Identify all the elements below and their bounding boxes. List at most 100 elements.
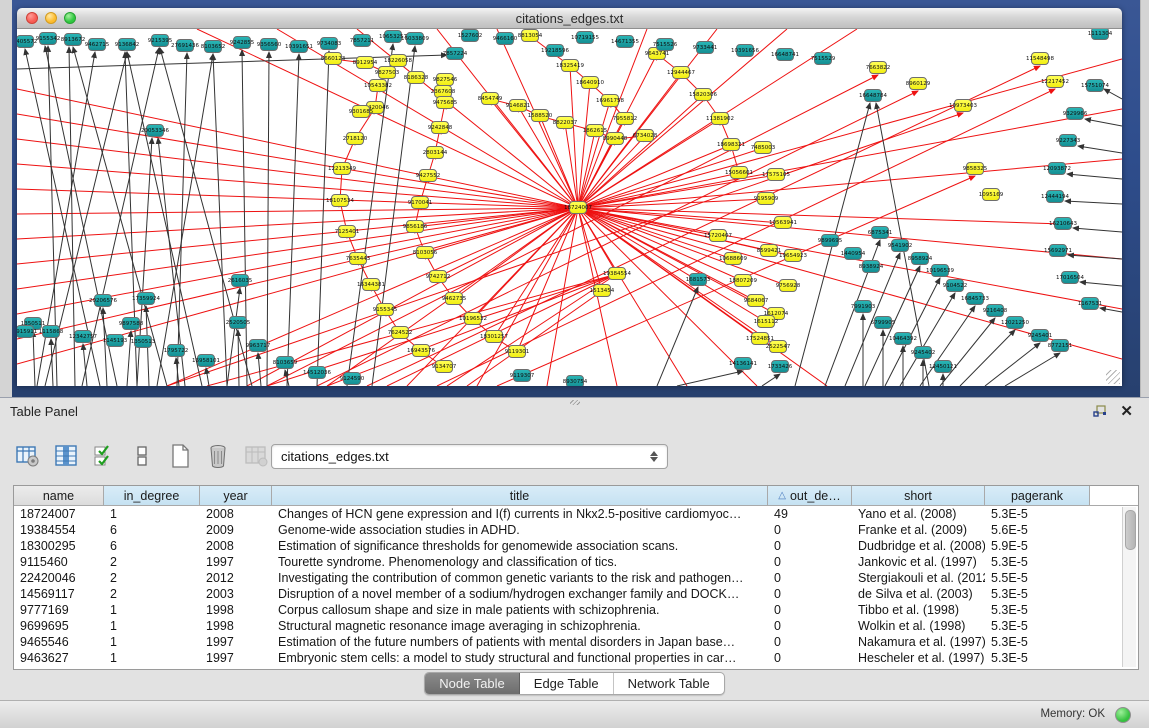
window-resize-grip[interactable] [1106, 370, 1120, 384]
graph-node[interactable]: 9897588 [122, 317, 140, 330]
graph-node[interactable]: 10391651 [290, 40, 308, 53]
close-panel-icon[interactable]: ✕ [1120, 402, 1133, 420]
graph-node[interactable]: 11381902 [711, 112, 729, 125]
table-options-icon[interactable] [14, 442, 42, 470]
table-cell[interactable]: 6 [104, 538, 200, 554]
graph-node[interactable]: 9742712 [429, 270, 447, 283]
graph-node[interactable]: 9134707 [435, 360, 453, 373]
graph-node[interactable]: 8660123 [324, 52, 342, 65]
merge-tables-icon[interactable] [128, 442, 156, 470]
graph-node[interactable]: 12213349 [333, 162, 351, 175]
graph-node[interactable]: 14136141 [734, 357, 752, 370]
graph-node[interactable]: 9734083 [320, 37, 338, 50]
graph-node[interactable]: 18807209 [734, 274, 752, 287]
table-cell[interactable]: 1998 [200, 602, 272, 618]
graph-node[interactable]: 15820306 [694, 88, 712, 101]
graph-node[interactable]: 8599421 [760, 244, 778, 257]
graph-node[interactable]: 8913672 [64, 33, 82, 46]
graph-node[interactable]: 8960129 [909, 77, 927, 90]
table-cell[interactable]: de Silva et al. (2003) [852, 586, 985, 602]
table-cell[interactable]: 0 [768, 522, 852, 538]
column-header-out_de[interactable]: △out_de… [768, 486, 852, 506]
table-cell[interactable]: 19384554 [14, 522, 104, 538]
graph-node[interactable]: 1440954 [844, 247, 862, 260]
graph-node[interactable]: 7663822 [869, 61, 887, 74]
graph-node[interactable]: 8990448 [606, 132, 624, 145]
network-canvas[interactable]: 8660123891295418226058982750310543382818… [17, 29, 1122, 386]
table-row[interactable]: 969969511998Structural magnetic resonanc… [14, 618, 1138, 634]
column-header-title[interactable]: title [272, 486, 768, 506]
tab-node-table[interactable]: Node Table [425, 673, 520, 694]
graph-node[interactable]: 15692971 [1049, 244, 1067, 257]
network-window[interactable]: citations_edges.txt 86601238912954182260… [17, 8, 1122, 385]
graph-node[interactable]: 7955812 [616, 112, 634, 125]
graph-node[interactable]: 18640910 [581, 76, 599, 89]
table-row[interactable]: 1872400712008Changes of HCN gene express… [14, 506, 1138, 522]
graph-node[interactable]: 8958924 [911, 252, 929, 265]
graph-node[interactable]: 9245401 [1031, 329, 1049, 342]
graph-node[interactable]: 7857211 [353, 34, 371, 47]
graph-node[interactable]: 9466160 [496, 32, 514, 45]
graph-node[interactable]: 9242855 [233, 36, 251, 49]
graph-node[interactable]: 8912954 [356, 56, 374, 69]
graph-node[interactable]: 12444194 [1046, 190, 1064, 203]
table-row[interactable]: 2242004622012Investigating the contribut… [14, 570, 1138, 586]
delete-table-icon[interactable] [204, 442, 232, 470]
graph-node[interactable]: 16210643 [1054, 217, 1072, 230]
close-window-button[interactable] [26, 12, 38, 24]
graph-node[interactable]: 19218596 [546, 44, 564, 57]
graph-node[interactable]: 18325419 [561, 59, 579, 72]
table-row[interactable]: 946554611997Estimation of the future num… [14, 634, 1138, 650]
graph-node[interactable]: 10196539 [931, 264, 949, 277]
table-cell[interactable]: 9465546 [14, 634, 104, 650]
graph-node[interactable]: 9462735 [445, 292, 463, 305]
graph-node[interactable]: 9242848 [431, 121, 449, 134]
graph-node[interactable]: 9104522 [946, 279, 964, 292]
tab-network-table[interactable]: Network Table [614, 673, 724, 694]
graph-node[interactable]: 1350513 [134, 335, 152, 348]
graph-node[interactable]: 9119307 [513, 369, 531, 382]
graph-node[interactable]: 9963717 [249, 339, 267, 352]
table-scrollbar-thumb[interactable] [1125, 510, 1136, 550]
graph-node[interactable]: 10653257 [384, 30, 402, 43]
graph-node[interactable]: 8186328 [407, 71, 425, 84]
table-cell[interactable]: 5.6E-5 [985, 522, 1090, 538]
network-window-titlebar[interactable]: citations_edges.txt [17, 8, 1122, 29]
graph-node[interactable]: 6734028 [636, 129, 654, 142]
graph-node[interactable]: 16961758 [601, 94, 619, 107]
graph-node[interactable]: 8772151 [1051, 339, 1069, 352]
table-cell[interactable]: Estimation of the future numbers of pati… [272, 634, 768, 650]
graph-node[interactable]: 1733426 [771, 360, 789, 373]
graph-node[interactable]: 1115868 [42, 325, 60, 338]
table-cell[interactable]: 5.3E-5 [985, 634, 1090, 650]
table-cell[interactable]: 2 [104, 570, 200, 586]
table-cell[interactable]: 1 [104, 634, 200, 650]
float-panel-icon[interactable] [1093, 405, 1107, 418]
table-cell[interactable]: 2012 [200, 570, 272, 586]
graph-node[interactable]: 9170041 [411, 196, 429, 209]
graph-node[interactable]: 9427552 [419, 169, 437, 182]
table-cell[interactable]: 0 [768, 538, 852, 554]
table-cell[interactable]: Tourette syndrome. Phenomenology and cla… [272, 554, 768, 570]
graph-node[interactable]: 15056601 [730, 166, 748, 179]
graph-node[interactable]: 2522547 [769, 340, 787, 353]
graph-node[interactable]: 1145193 [106, 334, 124, 347]
graph-node[interactable]: 8103652 [204, 40, 222, 53]
table-cell[interactable]: Wolkin et al. (1998) [852, 618, 985, 634]
table-cell[interactable]: Structural magnetic resonance image aver… [272, 618, 768, 634]
table-cell[interactable]: 22420046 [14, 570, 104, 586]
graph-node[interactable]: 17359924 [137, 292, 155, 305]
table-cell[interactable]: 0 [768, 602, 852, 618]
graph-node[interactable]: 7125401 [338, 225, 356, 238]
table-row[interactable]: 1938455462009Genome-wide association stu… [14, 522, 1138, 538]
graph-node[interactable]: 1095169 [982, 188, 1000, 201]
table-cell[interactable]: 5.3E-5 [985, 586, 1090, 602]
column-header-name[interactable]: name [14, 486, 104, 506]
table-cell[interactable]: 5.9E-5 [985, 538, 1090, 554]
graph-node[interactable]: 9216408 [986, 304, 1004, 317]
graph-node[interactable]: 1513454 [593, 284, 611, 297]
graph-node[interactable]: 12093872 [1048, 162, 1066, 175]
graph-node[interactable]: 12342757 [74, 330, 92, 343]
table-cell[interactable]: 2008 [200, 538, 272, 554]
graph-node[interactable]: 1795722 [167, 344, 185, 357]
